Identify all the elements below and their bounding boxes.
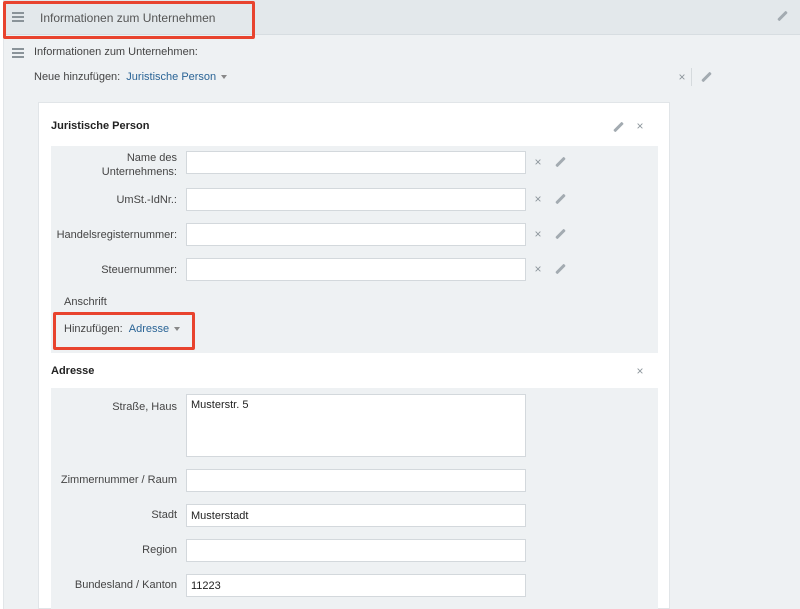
section-title: Informationen zum Unternehmen: <box>34 46 198 58</box>
app-window: Informationen zum Unternehmen Informatio… <box>3 0 800 609</box>
add-address-selected[interactable]: Adresse <box>129 323 169 335</box>
address-section-label: Anschrift <box>64 296 107 308</box>
street-textarea[interactable]: Musterstr. 5 <box>186 394 526 457</box>
add-address-dropdown[interactable]: Adresse <box>129 323 181 335</box>
caret-down-icon <box>221 75 228 80</box>
field-label-room: Zimmernummer / Raum <box>60 474 177 486</box>
address-card-title: Adresse <box>51 365 95 377</box>
legal-person-form: Name des Unternehmens: × UmSt.-IdNr.: × … <box>51 146 658 353</box>
tax-number-input[interactable] <box>186 258 526 281</box>
city-input[interactable] <box>186 504 526 527</box>
address-form: Straße, Haus Musterstr. 5 Zimmernummer /… <box>51 388 658 609</box>
caret-down-icon <box>174 327 181 332</box>
pencil-icon[interactable] <box>554 229 566 241</box>
pencil-icon[interactable] <box>554 157 566 169</box>
field-label-tax-number: Steuernummer: <box>101 264 177 276</box>
company-name-input[interactable] <box>186 151 526 174</box>
close-icon[interactable]: × <box>533 193 543 205</box>
menu-icon[interactable] <box>12 48 24 60</box>
menu-icon[interactable] <box>12 12 24 24</box>
add-new-row: Neue hinzufügen: Juristische Person <box>34 71 228 83</box>
legal-person-card: Juristische Person × Name des Unternehme… <box>38 102 670 609</box>
room-input[interactable] <box>186 469 526 492</box>
pencil-icon[interactable] <box>776 11 788 23</box>
trade-register-input[interactable] <box>186 223 526 246</box>
field-label-trade-register: Handelsregisternummer: <box>56 229 177 241</box>
field-label-company-name: Name des Unternehmens: <box>101 152 177 178</box>
close-icon[interactable]: × <box>533 156 543 168</box>
add-new-label: Neue hinzufügen: <box>34 71 121 83</box>
close-icon[interactable]: × <box>533 228 543 240</box>
add-new-selected[interactable]: Juristische Person <box>126 71 216 83</box>
state-input[interactable] <box>186 574 526 597</box>
pencil-icon[interactable] <box>612 122 624 134</box>
close-icon[interactable]: × <box>677 71 687 83</box>
header-bar: Informationen zum Unternehmen <box>4 0 800 35</box>
add-address-row: Hinzufügen: Adresse <box>64 323 181 335</box>
vat-id-input[interactable] <box>186 188 526 211</box>
pencil-icon[interactable] <box>554 194 566 206</box>
card-title: Juristische Person <box>51 120 150 132</box>
close-icon[interactable]: × <box>635 120 645 132</box>
field-label-city: Stadt <box>151 509 177 521</box>
add-label: Hinzufügen: <box>64 323 123 335</box>
region-input[interactable] <box>186 539 526 562</box>
divider <box>691 68 692 86</box>
header-title: Informationen zum Unternehmen <box>40 11 216 25</box>
pencil-icon[interactable] <box>554 264 566 276</box>
field-label-region: Region <box>142 544 177 556</box>
close-icon[interactable]: × <box>533 263 543 275</box>
field-label-street: Straße, Haus <box>112 401 177 413</box>
field-label-state: Bundesland / Kanton <box>74 579 177 591</box>
pencil-icon[interactable] <box>700 72 712 84</box>
close-icon[interactable]: × <box>635 365 645 377</box>
field-label-vat-id: UmSt.-IdNr.: <box>116 194 177 206</box>
add-new-dropdown[interactable]: Juristische Person <box>126 71 228 83</box>
